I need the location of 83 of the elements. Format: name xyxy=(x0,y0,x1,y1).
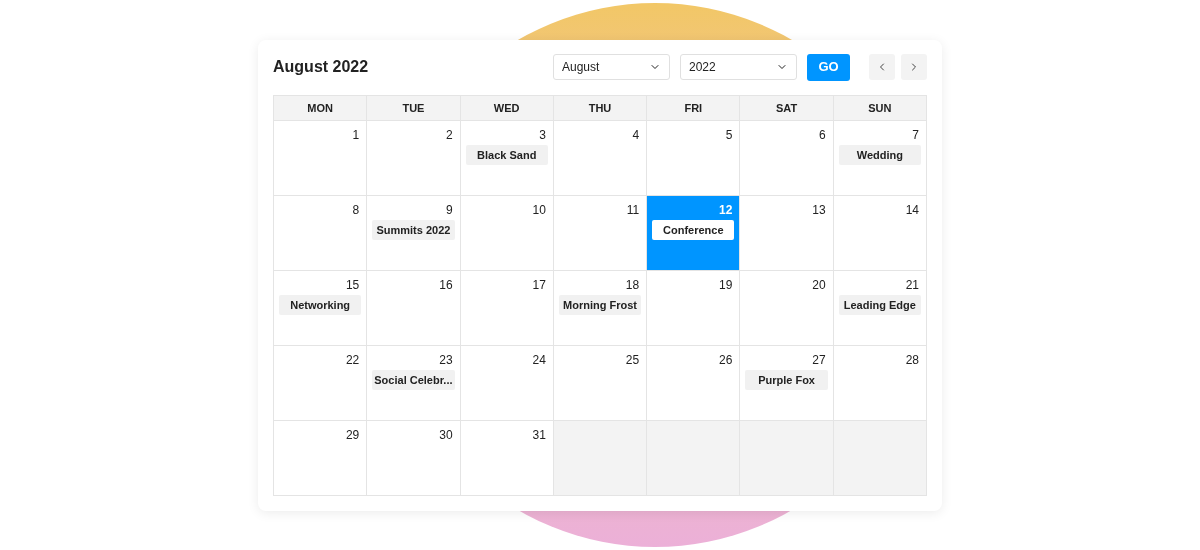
day-number: 17 xyxy=(532,277,547,293)
day-number: 2 xyxy=(445,127,454,143)
day-number: 14 xyxy=(905,202,920,218)
day-number: 3 xyxy=(539,127,547,143)
day-cell[interactable]: 19 xyxy=(647,271,741,346)
day-cell[interactable]: 26 xyxy=(647,346,741,421)
day-cell[interactable]: 7 Wedding xyxy=(833,121,927,196)
event-tag[interactable]: Morning Frost xyxy=(558,295,642,315)
day-number: 27 xyxy=(812,352,827,368)
day-cell[interactable]: 23 Social Celebr... xyxy=(367,346,461,421)
weekday-header: FRI xyxy=(647,96,741,121)
weekday-header: TUE xyxy=(367,96,461,121)
day-cell[interactable]: 11 xyxy=(553,196,648,271)
day-number: 13 xyxy=(812,202,827,218)
day-cell[interactable]: 28 xyxy=(833,346,927,421)
day-cell[interactable]: 8 xyxy=(274,196,368,271)
day-number: 21 xyxy=(905,277,920,293)
event-tag[interactable]: Leading Edge xyxy=(838,295,921,315)
day-cell[interactable]: 30 xyxy=(367,421,461,496)
day-cell[interactable]: 29 xyxy=(274,421,368,496)
day-number: 1 xyxy=(352,127,361,143)
next-month-button[interactable] xyxy=(901,54,927,80)
event-tag[interactable]: Conference xyxy=(652,220,735,240)
weekday-header: WED xyxy=(460,96,554,121)
day-number: 12 xyxy=(719,202,734,218)
day-cell[interactable]: 12 Conference xyxy=(647,196,741,271)
day-number: 20 xyxy=(812,277,827,293)
day-number: 26 xyxy=(719,352,734,368)
day-cell[interactable]: 10 xyxy=(460,196,554,271)
day-number: 16 xyxy=(439,277,454,293)
day-number: 25 xyxy=(625,352,641,368)
day-cell[interactable]: 24 xyxy=(460,346,554,421)
day-cell[interactable]: 4 xyxy=(553,121,648,196)
day-number: 4 xyxy=(632,127,641,143)
event-tag[interactable]: Purple Fox xyxy=(745,370,828,390)
event-tag[interactable]: Wedding xyxy=(838,145,921,165)
day-cell[interactable]: 14 xyxy=(833,196,927,271)
day-cell[interactable]: 13 xyxy=(740,196,834,271)
previous-month-button[interactable] xyxy=(869,54,895,80)
day-number: 23 xyxy=(439,352,454,368)
day-number: 18 xyxy=(625,277,641,293)
weekday-header: THU xyxy=(553,96,648,121)
day-number: 22 xyxy=(345,352,361,368)
weekday-header: SUN xyxy=(833,96,927,121)
year-select[interactable]: 2022 xyxy=(680,54,797,80)
day-number: 31 xyxy=(532,427,547,443)
day-cell[interactable]: 17 xyxy=(460,271,554,346)
calendar-title: August 2022 xyxy=(273,57,369,77)
day-number: 11 xyxy=(626,202,641,218)
day-number: 10 xyxy=(532,202,547,218)
event-tag[interactable]: Black Sand xyxy=(465,145,548,165)
event-tag[interactable]: Networking xyxy=(279,295,362,315)
day-cell[interactable]: 21 Leading Edge xyxy=(833,271,927,346)
day-cell[interactable]: 2 xyxy=(367,121,461,196)
day-number: 24 xyxy=(532,352,547,368)
event-tag[interactable]: Social Celebr... xyxy=(372,370,455,390)
day-number: 7 xyxy=(912,127,920,143)
weekday-header: SAT xyxy=(740,96,834,121)
weekday-header: MON xyxy=(274,96,368,121)
day-cell[interactable]: 9 Summits 2022 xyxy=(367,196,461,271)
day-number: 28 xyxy=(905,352,920,368)
day-number: 6 xyxy=(819,127,827,143)
day-cell[interactable]: 1 xyxy=(274,121,368,196)
day-cell[interactable]: 16 xyxy=(367,271,461,346)
day-number: 29 xyxy=(345,427,361,443)
day-number: 5 xyxy=(725,127,734,143)
day-number: 15 xyxy=(345,277,361,293)
day-cell[interactable]: 27 Purple Fox xyxy=(740,346,834,421)
day-cell[interactable]: 3 Black Sand xyxy=(460,121,554,196)
day-number: 30 xyxy=(439,427,454,443)
day-cell[interactable]: 5 xyxy=(647,121,741,196)
day-cell[interactable]: 20 xyxy=(740,271,834,346)
day-number: 19 xyxy=(719,277,734,293)
day-cell[interactable]: 15 Networking xyxy=(274,271,368,346)
day-cell[interactable]: 25 xyxy=(553,346,648,421)
day-number: 8 xyxy=(352,202,361,218)
day-number: 9 xyxy=(445,202,454,218)
day-cell[interactable]: 31 xyxy=(460,421,554,496)
day-cell[interactable]: 18 Morning Frost xyxy=(553,271,648,346)
month-select[interactable]: August xyxy=(553,54,670,80)
day-cell[interactable]: 22 xyxy=(274,346,368,421)
day-cell[interactable]: 6 xyxy=(740,121,834,196)
event-tag[interactable]: Summits 2022 xyxy=(372,220,455,240)
